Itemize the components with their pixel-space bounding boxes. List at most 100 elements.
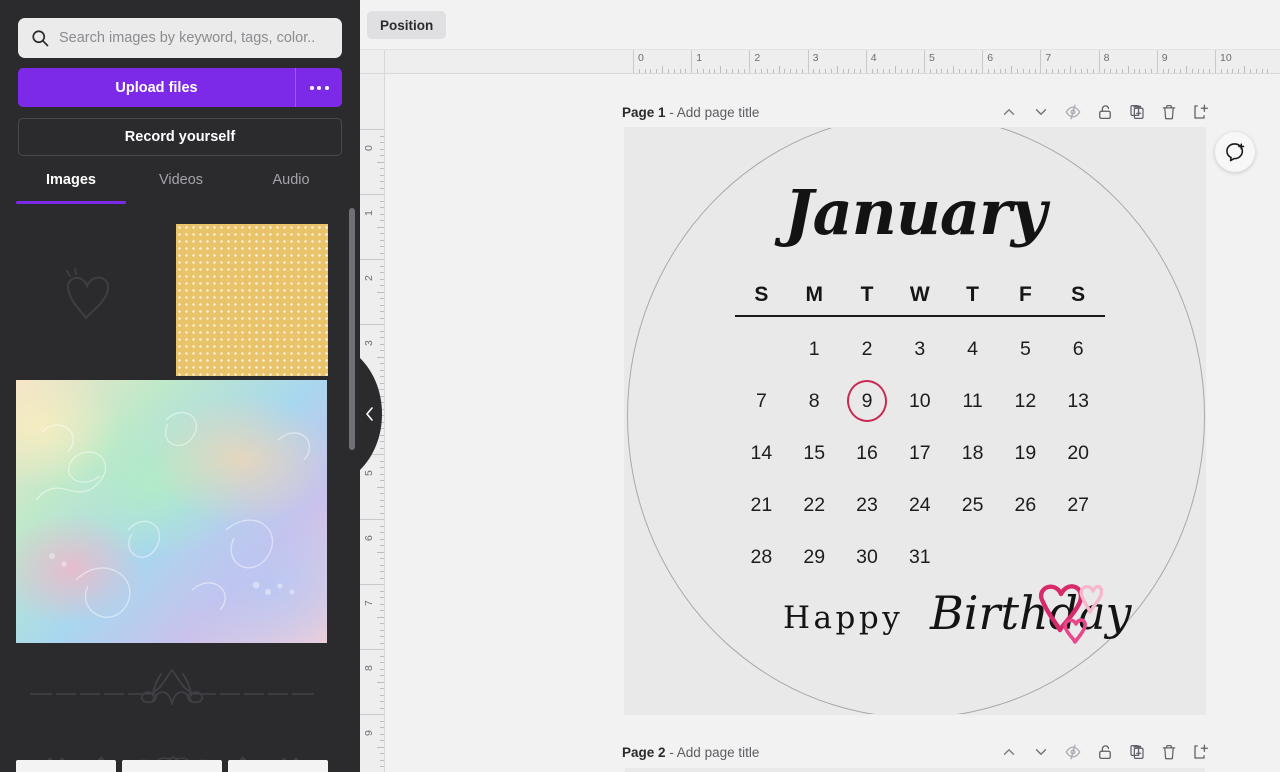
calendar-day[interactable]: 24 (893, 494, 946, 517)
calendar-day[interactable]: 31 (893, 546, 946, 569)
ruler-tick-label: 8 (1103, 52, 1110, 64)
ruler-minor-tick (906, 69, 908, 73)
upload-files-button[interactable]: Upload files (18, 68, 296, 107)
heart-doodle-thumbnail[interactable] (16, 224, 158, 366)
page-2-title[interactable]: Page 2 - Add page title (622, 745, 759, 760)
collapse-panel-handle[interactable] (360, 358, 382, 470)
ruler-minor-tick (900, 69, 902, 73)
add-page-icon[interactable] (1192, 743, 1210, 761)
trash-icon[interactable] (1160, 103, 1178, 121)
calendar-day[interactable]: 3 (893, 338, 946, 361)
ruler-major-tick (1040, 50, 1042, 73)
calendar-day[interactable]: 12 (999, 390, 1052, 413)
position-button[interactable]: Position (367, 11, 447, 39)
ruler-tick-label: 6 (363, 535, 375, 541)
holographic-floral-thumbnail[interactable] (16, 380, 327, 643)
ruler-minor-tick (743, 69, 745, 73)
white-thumbnail-3[interactable] (228, 760, 328, 772)
page-1-canvas[interactable]: January S M T W T F S 1 2 3 4 5 6 7 8 9 10 11 12 13 1… (625, 128, 1205, 714)
ruler-minor-tick (1104, 69, 1106, 73)
calendar-day[interactable]: 10 (893, 390, 946, 413)
calendar-day[interactable]: 18 (946, 442, 999, 465)
chevron-down-icon[interactable] (1032, 103, 1050, 121)
calendar-day[interactable]: 22 (788, 494, 841, 517)
calendar-day[interactable]: 20 (1052, 442, 1105, 465)
ruler-tick-label: 2 (754, 52, 761, 64)
calendar-day[interactable]: 8 (788, 390, 841, 413)
ruler-minor-tick (380, 220, 384, 221)
calendar-day[interactable]: 14 (735, 442, 788, 465)
add-comment-button[interactable] (1215, 132, 1255, 172)
tab-audio[interactable]: Audio (236, 172, 346, 204)
ruler-minor-tick (854, 69, 856, 73)
ruler-minor-tick (1209, 69, 1211, 73)
white-thumbnail-2[interactable] (122, 760, 222, 772)
calendar-day[interactable]: 30 (841, 546, 894, 569)
duplicate-icon[interactable] (1128, 103, 1146, 121)
editor-toolbar: Position (360, 0, 1280, 50)
trash-icon[interactable] (1160, 743, 1178, 761)
calendar-day[interactable]: 25 (946, 494, 999, 517)
ruler-major-tick (749, 50, 751, 73)
add-page-icon[interactable] (1192, 103, 1210, 121)
chevron-up-icon[interactable] (1000, 103, 1018, 121)
calendar-day[interactable]: 1 (788, 338, 841, 361)
calendar-day[interactable]: 5 (999, 338, 1052, 361)
page-2-canvas[interactable] (625, 768, 1205, 772)
sidebar-scrollbar-thumb[interactable] (349, 208, 355, 450)
calendar-day[interactable]: 23 (841, 494, 894, 517)
ornamental-divider-thumbnail[interactable] (16, 650, 327, 728)
calendar-day[interactable]: 28 (735, 546, 788, 569)
ruler-minor-tick (380, 168, 384, 169)
sidebar-scrollbar[interactable] (348, 208, 356, 768)
calendar-day[interactable]: 15 (788, 442, 841, 465)
search-input[interactable] (59, 30, 330, 46)
ruler-minor-tick (380, 480, 384, 481)
ruler-minor-tick (1191, 69, 1193, 73)
chevron-up-icon[interactable] (1000, 743, 1018, 761)
horizontal-ruler[interactable]: 0 1 2 3 4 5 6 7 8 9 10 (385, 50, 1280, 74)
calendar-day[interactable]: 2 (841, 338, 894, 361)
calendar-day[interactable]: 4 (946, 338, 999, 361)
ruler-minor-tick (380, 272, 384, 273)
ruler-minor-tick (1226, 69, 1228, 73)
gold-polka-dot-thumbnail[interactable] (176, 224, 328, 376)
eye-slash-icon[interactable] (1064, 103, 1082, 121)
month-title[interactable]: January (625, 176, 1205, 249)
ruler-minor-tick (1267, 69, 1269, 73)
ruler-minor-tick (784, 69, 786, 73)
calendar-day[interactable]: 13 (1052, 390, 1105, 413)
ruler-minor-tick (380, 545, 384, 546)
calendar-day[interactable]: 16 (841, 442, 894, 465)
ruler-minor-tick (380, 135, 384, 137)
ruler-minor-tick (662, 66, 664, 73)
birthday-greeting[interactable]: Happy Birthday (775, 578, 1135, 658)
calendar-day[interactable]: 27 (1052, 494, 1105, 517)
calendar-day[interactable]: 17 (893, 442, 946, 465)
upload-more-button[interactable] (296, 68, 342, 107)
tab-videos[interactable]: Videos (126, 172, 236, 204)
ruler-minor-tick (1028, 69, 1030, 73)
eye-slash-icon[interactable] (1064, 743, 1082, 761)
calendar-day[interactable]: 19 (999, 442, 1052, 465)
duplicate-icon[interactable] (1128, 743, 1146, 761)
calendar-day[interactable]: 6 (1052, 338, 1105, 361)
calendar-day[interactable]: 26 (999, 494, 1052, 517)
unlock-icon[interactable] (1096, 103, 1114, 121)
calendar-day[interactable]: 11 (946, 390, 999, 413)
ruler-minor-tick (720, 66, 722, 73)
calendar-day[interactable]: 21 (735, 494, 788, 517)
tab-images[interactable]: Images (16, 172, 126, 204)
calendar-day[interactable]: 7 (735, 390, 788, 413)
chevron-down-icon[interactable] (1032, 743, 1050, 761)
calendar-day-highlighted[interactable]: 9 (841, 390, 894, 413)
calendar-day[interactable]: 29 (788, 546, 841, 569)
search-bar[interactable] (18, 18, 342, 58)
record-yourself-button[interactable]: Record yourself (18, 118, 342, 156)
white-thumbnail-1[interactable] (16, 760, 116, 772)
page-1-title[interactable]: Page 1 - Add page title (622, 105, 759, 120)
ruler-major-tick (924, 50, 925, 73)
ruler-minor-tick (1063, 69, 1065, 73)
ruler-minor-tick (377, 746, 384, 748)
unlock-icon[interactable] (1096, 743, 1114, 761)
